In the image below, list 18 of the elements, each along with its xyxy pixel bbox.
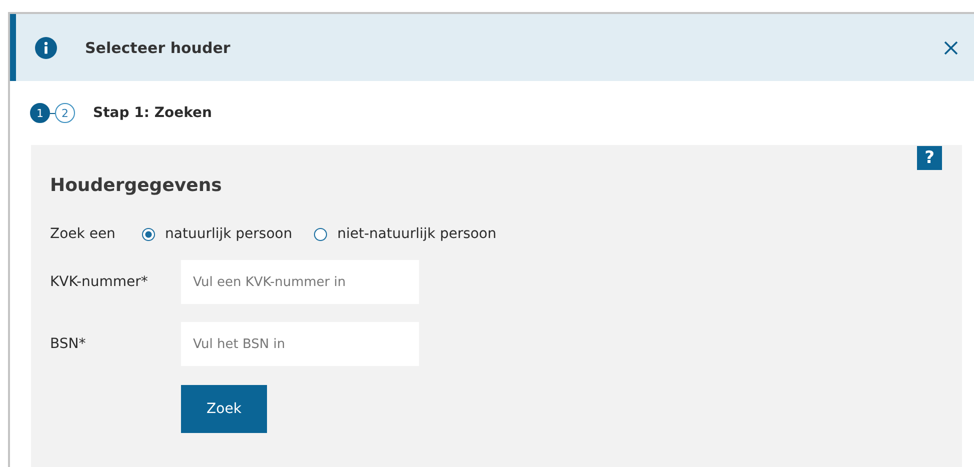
radio-option-label[interactable]: niet-natuurlijk persoon xyxy=(337,226,496,242)
field-label: BSN* xyxy=(50,336,87,352)
close-icon[interactable] xyxy=(944,40,958,54)
input-field[interactable]: Vul een KVK-nummer in xyxy=(181,260,419,304)
search-button[interactable]: Zoek xyxy=(181,385,267,433)
radio-option-label[interactable]: natuurlijk persoon xyxy=(165,226,292,242)
radio-button[interactable] xyxy=(314,228,328,240)
step-title: Stap 1: Zoeken xyxy=(93,105,212,121)
input-field[interactable]: Vul het BSN in xyxy=(181,322,419,366)
field-label: KVK-nummer* xyxy=(50,274,149,290)
step-indicator: 1 xyxy=(30,103,50,123)
step-indicator: 2 xyxy=(55,103,75,123)
help-button[interactable]: ? xyxy=(917,146,942,170)
radio-button[interactable] xyxy=(142,228,155,240)
section-heading: Houdergegevens xyxy=(50,175,223,196)
dialog-title: Selecteer houder xyxy=(85,38,232,56)
info-icon xyxy=(35,36,57,58)
radio-group-label: Zoek een xyxy=(50,226,116,242)
